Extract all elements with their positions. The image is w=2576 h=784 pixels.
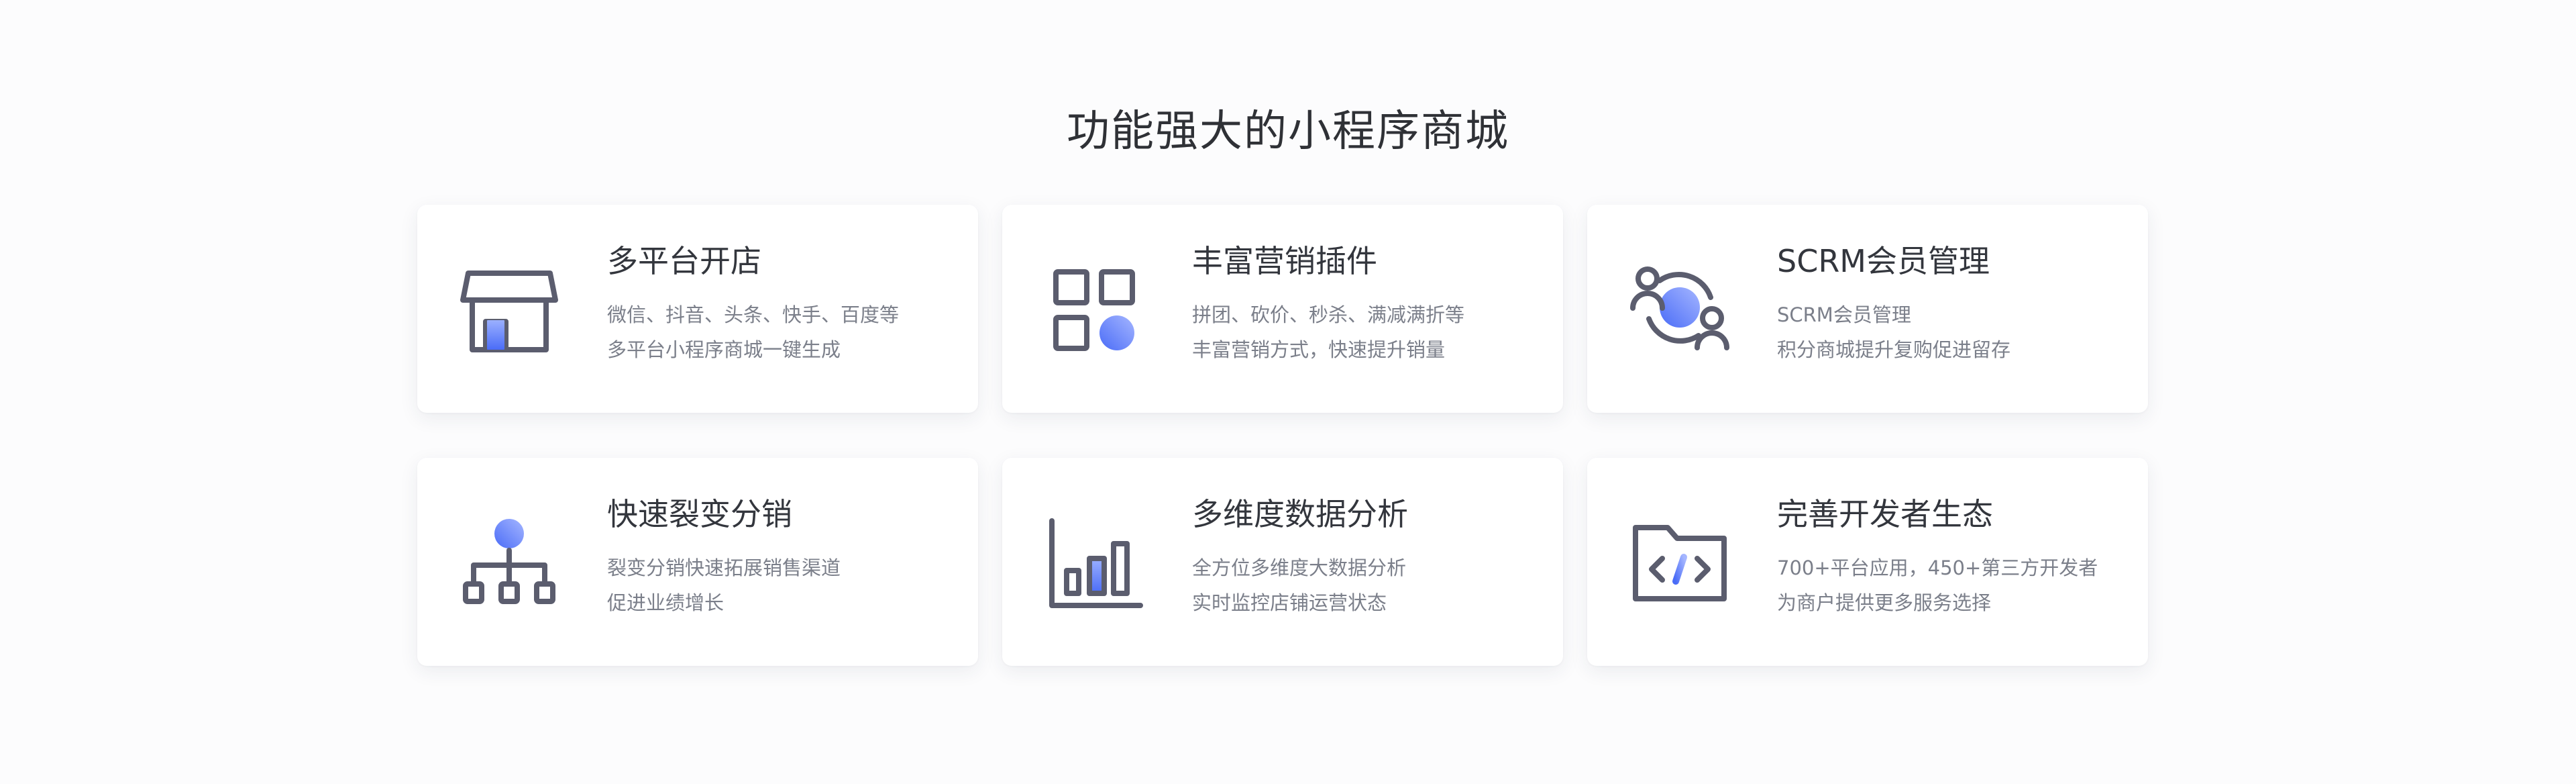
app-grid-icon (1038, 252, 1150, 363)
feature-title: 丰富营销插件 (1192, 243, 1377, 279)
feature-description-line: 拼团、砍价、秒杀、满减满折等 (1192, 303, 1465, 326)
feature-description-line: 多平台小程序商城一键生成 (607, 338, 841, 361)
feature-description-line: 全方位多维度大数据分析 (1192, 556, 1407, 579)
feature-description-line: 微信、抖音、头条、快手、百度等 (607, 303, 900, 326)
bar-chart-icon (1038, 505, 1150, 616)
feature-card-distribution[interactable]: 快速裂变分销 裂变分销快速拓展销售渠道 促进业绩增长 (417, 458, 978, 666)
feature-description-line: 为商户提供更多服务选择 (1777, 591, 1992, 614)
feature-card-data-analysis[interactable]: 多维度数据分析 全方位多维度大数据分析 实时监控店铺运营状态 (1002, 458, 1563, 666)
member-cycle-icon (1623, 252, 1735, 363)
feature-card-developer-ecosystem[interactable]: 完善开发者生态 700+平台应用，450+第三方开发者 为商户提供更多服务选择 (1587, 458, 2148, 666)
feature-title: 完善开发者生态 (1777, 496, 1993, 532)
feature-description-line: 裂变分销快速拓展销售渠道 (607, 556, 841, 579)
feature-description-line: 积分商城提升复购促进留存 (1777, 338, 2011, 361)
feature-card-scrm[interactable]: SCRM会员管理 SCRM会员管理 积分商城提升复购促进留存 (1587, 205, 2148, 413)
hierarchy-icon (453, 505, 565, 616)
feature-title: 快速裂变分销 (607, 496, 792, 532)
section-title: 功能强大的小程序商城 (1067, 106, 1509, 156)
feature-description-line: 促进业绩增长 (607, 591, 724, 614)
feature-title: 多维度数据分析 (1192, 496, 1408, 532)
storefront-icon (453, 252, 565, 363)
feature-title: SCRM会员管理 (1777, 243, 1990, 279)
features-section: 功能强大的小程序商城 多平台开店 微信、抖音、头条、快手、百度等 多平台小程序商… (0, 0, 2576, 784)
feature-description-line: 实时监控店铺运营状态 (1192, 591, 1387, 614)
feature-description-line: SCRM会员管理 (1777, 303, 1911, 326)
feature-description-line: 丰富营销方式，快速提升销量 (1192, 338, 1446, 361)
feature-title: 多平台开店 (607, 243, 761, 279)
feature-card-marketing-plugins[interactable]: 丰富营销插件 拼团、砍价、秒杀、满减满折等 丰富营销方式，快速提升销量 (1002, 205, 1563, 413)
feature-description-line: 700+平台应用，450+第三方开发者 (1777, 556, 2098, 579)
feature-card-multi-platform[interactable]: 多平台开店 微信、抖音、头条、快手、百度等 多平台小程序商城一键生成 (417, 205, 978, 413)
code-folder-icon (1623, 505, 1735, 616)
